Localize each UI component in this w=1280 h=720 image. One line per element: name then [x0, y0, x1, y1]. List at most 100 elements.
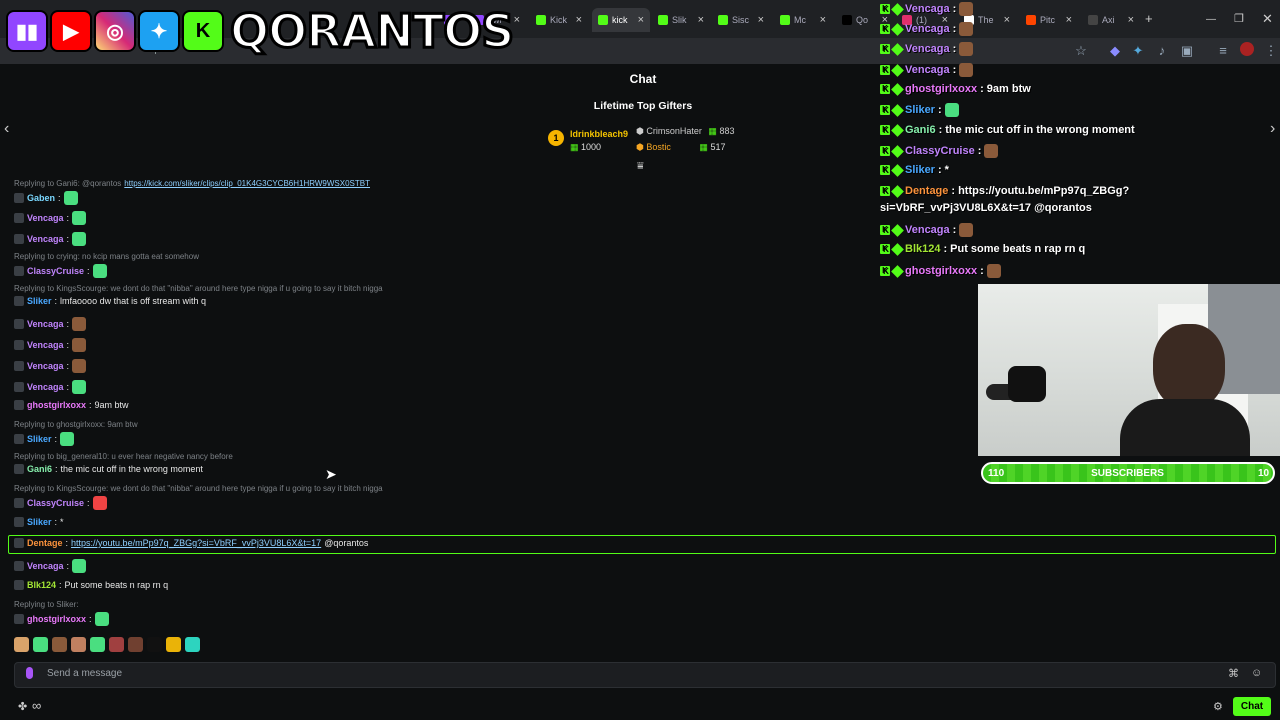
browser-tab[interactable]: Mc × [774, 8, 832, 32]
emote-icon [72, 380, 87, 394]
tab-close-icon[interactable]: × [638, 14, 644, 26]
browser-tab[interactable]: Axi × [1082, 8, 1140, 32]
points-icon[interactable]: ✤ [18, 700, 27, 713]
chat-message[interactable]: Sliker: [14, 432, 75, 446]
chat-message[interactable]: Sliker: * [14, 517, 64, 527]
emote-icon[interactable] [128, 637, 143, 652]
emoji-icon[interactable]: ☺ [1251, 667, 1262, 679]
minimize-icon[interactable]: — [1206, 14, 1216, 25]
username[interactable]: Vencaga [27, 561, 64, 571]
tab-close-icon[interactable]: × [514, 14, 520, 26]
username[interactable]: Sliker [27, 517, 52, 527]
tab-close-icon[interactable]: × [820, 14, 826, 26]
username[interactable]: Sliker [27, 434, 52, 444]
chat-message[interactable]: ghostgirlxoxx: [14, 612, 109, 626]
tab-favicon-icon [658, 15, 668, 25]
microphone-icon[interactable] [26, 667, 33, 679]
infinity-icon[interactable]: ∞ [32, 698, 41, 713]
chat-message[interactable]: Vencaga: [14, 232, 87, 246]
username[interactable]: Dentage [27, 538, 63, 548]
chat-message[interactable]: Vencaga: [14, 338, 87, 352]
extension-icon[interactable]: ◆ [1106, 42, 1124, 60]
username[interactable]: Vencaga [27, 213, 64, 223]
chat-message[interactable]: Vencaga: [14, 559, 87, 573]
gifter-entry[interactable]: ⬢ Bostic ▦ 517 [636, 142, 725, 153]
reading-list-icon[interactable]: ≡ [1214, 42, 1232, 60]
subscriber-badge-icon [891, 123, 904, 137]
profile-avatar[interactable] [1240, 42, 1254, 56]
emote-icon[interactable] [185, 637, 200, 652]
browser-tab[interactable]: Slik × [652, 8, 710, 32]
emote-icon[interactable] [147, 637, 162, 652]
browser-tab[interactable]: Kick × [530, 8, 588, 32]
chat-message[interactable]: Dentage: https://youtu.be/mPp97q_ZBGg?si=… [14, 538, 368, 548]
username[interactable]: ClassyCruise [27, 498, 84, 508]
settings-gear-icon[interactable]: ⚙ [1213, 700, 1223, 713]
chat-message[interactable]: ClassyCruise: [14, 496, 107, 510]
username[interactable]: Vencaga [27, 361, 64, 371]
username[interactable]: Vencaga [27, 382, 64, 392]
tab-close-icon[interactable]: × [1066, 14, 1072, 26]
chat-message[interactable]: Vencaga: [14, 359, 87, 373]
username[interactable]: Vencaga [27, 340, 64, 350]
username[interactable]: ghostgirlxoxx [27, 614, 86, 624]
restore-icon[interactable]: ❐ [1234, 12, 1244, 25]
extensions-puzzle-icon[interactable]: ▣ [1178, 42, 1196, 60]
emote-icon[interactable] [90, 637, 105, 652]
menu-kebab-icon[interactable]: ⋮ [1262, 42, 1280, 60]
emote-icon [72, 232, 87, 246]
bookmark-star-icon[interactable]: ☆ [1072, 42, 1090, 60]
username[interactable]: Vencaga [27, 319, 64, 329]
chat-message[interactable]: Gani6: the mic cut off in the wrong momen… [14, 464, 203, 474]
chat-input[interactable] [14, 662, 1276, 688]
browser-tab[interactable]: kick × [592, 8, 650, 32]
send-chat-button[interactable]: Chat [1233, 697, 1271, 716]
emote-icon[interactable] [14, 637, 29, 652]
chat-message[interactable]: Blk124: Put some beats n rap rn q [14, 580, 168, 590]
browser-tab[interactable]: Pitc × [1020, 8, 1078, 32]
username[interactable]: Sliker [27, 296, 52, 306]
chat-message[interactable]: Vencaga: [14, 317, 87, 331]
media-icon[interactable]: ♪ [1153, 42, 1171, 60]
username[interactable]: ghostgirlxoxx [27, 400, 86, 410]
chat-message[interactable]: Vencaga: [14, 211, 87, 225]
chat-message[interactable]: Gaben: [14, 191, 78, 205]
emote-icon[interactable] [71, 637, 86, 652]
extension-icon[interactable]: ✦ [1129, 42, 1147, 60]
user-badge-icon [14, 234, 24, 244]
username[interactable]: ClassyCruise [27, 266, 84, 276]
chevron-left-icon[interactable]: ‹ [4, 120, 9, 138]
username[interactable]: Gaben [27, 193, 55, 203]
username[interactable]: Vencaga [27, 234, 64, 244]
emote-icon[interactable] [166, 637, 181, 652]
tab-title: Qo [856, 15, 869, 25]
collapse-filter-icon[interactable]: ⩸ [637, 160, 644, 173]
emote-icon[interactable] [33, 637, 48, 652]
tab-close-icon[interactable]: × [576, 14, 582, 26]
username[interactable]: Blk124 [27, 580, 56, 590]
tab-close-icon[interactable]: × [698, 14, 704, 26]
subscriber-count: 110 [988, 468, 1005, 479]
message-link[interactable]: https://youtu.be/mPp97q_ZBGg?si=VbRF_vvP… [71, 538, 321, 548]
overlay-chat-message-continuation: si=VbRF_vvPj3VU8L6X&t=17 @qorantos [880, 202, 1092, 214]
close-window-icon[interactable]: ✕ [1262, 11, 1273, 27]
tab-close-icon[interactable]: × [1128, 14, 1134, 26]
emote-icon[interactable] [109, 637, 124, 652]
chat-message[interactable]: Vencaga: [14, 380, 87, 394]
tab-close-icon[interactable]: × [1004, 14, 1010, 26]
chat-message[interactable]: Sliker: lmfaoooo dw that is off stream wi… [14, 296, 206, 306]
reply-text: Replying to KingsScourge: we dont do tha… [14, 284, 383, 293]
tab-title: Slik [672, 15, 687, 25]
username[interactable]: Gani6 [27, 464, 52, 474]
clip-link[interactable]: https://kick.com/sliker/clips/clip_01K4G… [124, 179, 370, 188]
chevron-right-icon[interactable]: › [1270, 120, 1275, 138]
tab-close-icon[interactable]: × [758, 14, 764, 26]
new-tab-icon[interactable]: + [1145, 11, 1153, 26]
browser-tab[interactable]: Sisc × [712, 8, 770, 32]
emote-icon[interactable] [52, 637, 67, 652]
chat-message[interactable]: ghostgirlxoxx:9am btw [14, 400, 129, 410]
chat-message[interactable]: ClassyCruise: [14, 264, 107, 278]
gifter-entry[interactable]: ⬢ CrimsonHater ▦ 883 [636, 126, 734, 137]
commands-icon[interactable]: ⌘ [1228, 667, 1239, 680]
gifter-name[interactable]: ldrinkbleach9 [570, 129, 628, 139]
